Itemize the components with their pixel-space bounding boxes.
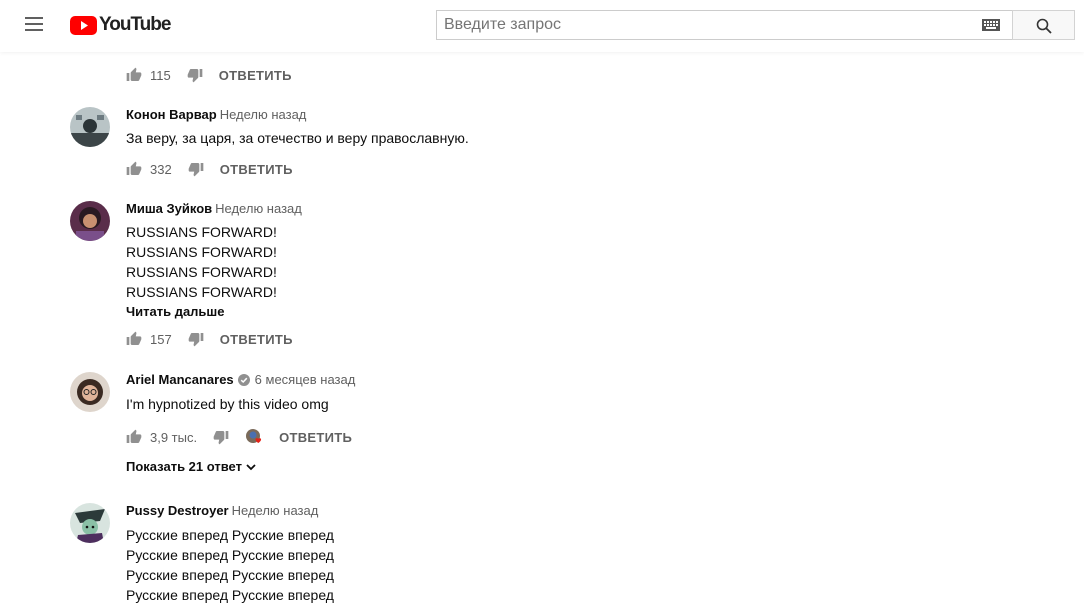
author-name[interactable]: Ariel Mancanares: [126, 372, 234, 387]
comment-line: RUSSIANS FORWARD!: [126, 244, 277, 260]
comment-text: RUSSIANS FORWARD! RUSSIANS FORWARD! RUSS…: [126, 222, 277, 302]
chevron-down-icon: [246, 463, 256, 470]
comment-line: Русские вперед Русские вперед: [126, 547, 334, 563]
masthead: YouTube: [0, 0, 1084, 52]
like-count: 115: [150, 67, 171, 83]
dislike-icon[interactable]: [188, 161, 204, 177]
like-count: 3,9 тыс.: [150, 429, 198, 445]
creator-heart-icon: [245, 428, 263, 446]
comment-time[interactable]: Неделю назад: [232, 503, 319, 518]
like-icon[interactable]: [126, 67, 142, 83]
search-box: [436, 10, 1012, 40]
comment-header: Миша Зуйков Неделю назад: [126, 201, 302, 216]
avatar[interactable]: [70, 107, 110, 147]
like-count: 157: [150, 331, 172, 347]
comment-line: За веру, за царя, за отечество и веру пр…: [126, 130, 469, 146]
search-input[interactable]: [437, 12, 964, 38]
comment-text: За веру, за царя, за отечество и веру пр…: [126, 128, 469, 148]
reply-button[interactable]: ОТВЕТИТЬ: [220, 332, 293, 347]
youtube-logo[interactable]: YouTube: [70, 14, 171, 36]
comment-line: Русские вперед Русские вперед: [126, 587, 334, 603]
comment-header: Pussy Destroyer Неделю назад: [126, 503, 318, 518]
reply-button[interactable]: ОТВЕТИТЬ: [220, 162, 293, 177]
like-icon[interactable]: [126, 429, 142, 445]
comment-header: Конон Варвар Неделю назад: [126, 107, 306, 122]
like-count: 332: [150, 161, 172, 177]
author-name[interactable]: Миша Зуйков: [126, 201, 212, 216]
youtube-play-icon: [70, 15, 97, 35]
avatar[interactable]: [70, 372, 110, 412]
show-replies-button[interactable]: Показать 21 ответ: [126, 459, 257, 474]
author-name[interactable]: Конон Варвар: [126, 107, 217, 122]
comment-text: I'm hypnotized by this video omg: [126, 394, 329, 414]
comment-line: RUSSIANS FORWARD!: [126, 224, 277, 240]
keyboard-icon[interactable]: [982, 19, 1000, 31]
search-icon: [1036, 18, 1052, 34]
comment-action-bar: 115 ОТВЕТИТЬ: [126, 63, 292, 87]
comment-action-bar: 157 ОТВЕТИТЬ: [126, 327, 293, 351]
like-icon[interactable]: [126, 331, 142, 347]
comment-line: Русские вперед Русские вперед: [126, 567, 334, 583]
dislike-icon[interactable]: [213, 429, 229, 445]
avatar[interactable]: [70, 201, 110, 241]
comment-header: Ariel Mancanares 6 месяцев назад: [126, 372, 355, 387]
read-more-link[interactable]: Читать дальше: [126, 304, 225, 319]
comment-time[interactable]: 6 месяцев назад: [255, 372, 356, 387]
avatar[interactable]: [70, 503, 110, 543]
verified-icon: [237, 374, 250, 386]
logo-text: YouTube: [99, 14, 171, 35]
dislike-icon[interactable]: [188, 331, 204, 347]
comment-time[interactable]: Неделю назад: [215, 201, 302, 216]
comment-time[interactable]: Неделю назад: [220, 107, 307, 122]
comment-action-bar: 332 ОТВЕТИТЬ: [126, 157, 293, 181]
dislike-icon[interactable]: [187, 67, 203, 83]
comment-line: I'm hypnotized by this video omg: [126, 396, 329, 412]
comment-line: RUSSIANS FORWARD!: [126, 284, 277, 300]
author-name[interactable]: Pussy Destroyer: [126, 503, 229, 518]
show-replies-label: Показать 21 ответ: [126, 459, 242, 474]
like-icon[interactable]: [126, 161, 142, 177]
comment-action-bar: 3,9 тыс. ОТВЕТИТЬ: [126, 425, 352, 449]
comment-text: Русские вперед Русские вперед Русские вп…: [126, 525, 334, 605]
comment-line: Русские вперед Русские вперед: [126, 527, 334, 543]
reply-button[interactable]: ОТВЕТИТЬ: [219, 68, 292, 83]
search-button[interactable]: [1012, 10, 1075, 40]
comments-section: 115 ОТВЕТИТЬ Конон Варвар Неделю назад За…: [0, 52, 1084, 603]
comment-line: RUSSIANS FORWARD!: [126, 264, 277, 280]
reply-button[interactable]: ОТВЕТИТЬ: [279, 430, 352, 445]
menu-icon[interactable]: [24, 17, 44, 33]
